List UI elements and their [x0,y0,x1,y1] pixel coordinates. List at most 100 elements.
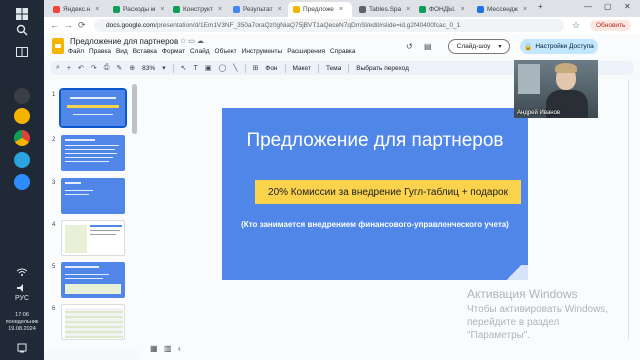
slide-thumbnail[interactable] [61,262,125,298]
browser-tab[interactable]: Расходы м × [108,2,166,17]
line-icon[interactable]: ╲ [233,64,237,72]
chevron-down-icon[interactable]: ▾ [498,43,501,50]
paint-format-icon[interactable]: ✎ [116,64,122,72]
url-bar[interactable]: docs.google.com/presentation/d/1Em1V3NF_… [94,19,564,32]
text-box-icon[interactable]: T [194,65,198,72]
new-slide-icon[interactable]: + [67,65,71,72]
history-icon[interactable]: ↺ [406,42,413,51]
maximize-icon[interactable]: ▢ [604,2,612,11]
filmstrip-scrollbar[interactable] [132,84,137,134]
zoom-level[interactable]: 83% [142,65,155,72]
url-host: docs.google.com [106,22,156,29]
zoom-icon[interactable]: ⊕ [129,64,135,72]
move-folder-icon[interactable]: ▭ [188,38,197,45]
grid-view-icon[interactable]: ▦ [150,344,158,353]
task-view-icon[interactable] [8,42,36,62]
minimize-icon[interactable]: — [584,2,592,11]
menu-slide[interactable]: Слайд [190,48,210,55]
close-window-icon[interactable]: ✕ [624,2,631,11]
background-button[interactable]: Фон [265,65,277,72]
comments-icon[interactable]: ▤ [424,42,432,51]
close-icon[interactable]: × [406,6,410,13]
clock-time: 17:06 [15,312,29,318]
slideshow-button[interactable]: Слайд-шоу ▾ [448,39,510,54]
slide[interactable]: Предложение для партнеров 20% Комиссии з… [222,108,528,280]
new-tab-icon[interactable]: + [538,2,543,11]
close-icon[interactable]: × [339,6,343,13]
slide-thumbnail[interactable] [59,88,127,128]
slides-logo-icon[interactable] [52,38,64,54]
update-button[interactable]: Обновить [590,20,632,31]
telegram-icon[interactable] [8,150,36,170]
taskbar-app-icon[interactable] [8,106,36,126]
redo-icon[interactable]: ↷ [91,64,97,72]
print-icon[interactable]: ⎙ [104,64,110,72]
bookmark-star-icon[interactable]: ☆ [572,20,580,31]
slide-thumbnail[interactable] [61,135,125,171]
menu-view[interactable]: Вид [116,48,128,55]
menu-format[interactable]: Формат [162,48,185,55]
filmstrip-view-icon[interactable]: ▥ [164,344,172,353]
undo-icon[interactable]: ↶ [78,64,84,72]
toolbar-divider [244,63,246,73]
document-title[interactable]: Предложение для партнеров [70,37,178,46]
layout-button[interactable]: Макет [293,65,311,72]
transition-button[interactable]: Выбрать переход [356,65,409,72]
menu-tools[interactable]: Инструменты [242,48,283,55]
slide-highlight-text[interactable]: 20% Комиссии за внедрение Гугл-таблиц + … [255,180,521,204]
menu-arrange[interactable]: Объект [215,48,237,55]
slide-title[interactable]: Предложение для партнеров [222,130,528,152]
browser-tab[interactable]: Результат × [228,2,286,17]
cloud-status-icon[interactable]: ☁ [197,38,206,45]
slide-subtitle[interactable]: (Кто занимается внедрением финансового-у… [222,220,528,229]
menu-insert[interactable]: Вставка [133,48,157,55]
collapse-icon[interactable]: ‹ [178,344,181,353]
select-cursor-icon[interactable]: ↖ [181,64,187,72]
slide-thumbnail[interactable] [61,178,125,214]
insert-image-icon[interactable]: ▣ [205,64,212,72]
slide-thumbnail[interactable] [61,220,125,256]
close-icon[interactable]: × [95,6,99,13]
comment-add-icon[interactable]: ⊞ [253,64,259,72]
chevron-down-icon[interactable]: ▾ [162,64,166,72]
close-icon[interactable]: × [278,6,282,13]
windows-taskbar: РУС 17:06 понедельник 19.08.2024 [0,0,44,360]
clock[interactable]: 17:06 понедельник 19.08.2024 [0,312,44,333]
browser-tab[interactable]: Tables.Spa × [354,2,412,17]
close-icon[interactable]: × [218,6,222,13]
shape-icon[interactable]: ◯ [218,64,226,72]
browser-tab[interactable]: Конструкт × [168,2,226,17]
browser-tab[interactable]: Мессендж × [472,2,532,17]
close-icon[interactable]: × [523,6,527,13]
slide-number: 3 [52,180,56,186]
chrome-icon[interactable] [8,128,36,148]
close-icon[interactable]: × [160,6,164,13]
menu-file[interactable]: Файл [68,48,84,55]
taskbar-app-icon[interactable] [8,86,36,106]
search-menus-icon[interactable]: ⌕ [56,64,60,72]
share-label: Настройки Доступа [535,43,594,50]
menu-edit[interactable]: Правка [89,48,111,55]
browser-tab[interactable]: ФОНДЫ. × [414,2,470,17]
language-indicator[interactable]: РУС [0,295,44,302]
notification-icon[interactable] [8,338,36,358]
back-icon[interactable]: ← [50,20,59,30]
slide-filmstrip: 1 2 3 4 5 6 [44,80,142,350]
tab-favicon [359,6,366,13]
page-fold-decoration [500,265,528,280]
close-icon[interactable]: × [461,6,465,13]
theme-button[interactable]: Тема [326,65,341,72]
reload-icon[interactable]: ⟳ [78,20,86,31]
forward-icon[interactable]: → [64,20,73,30]
menu-help[interactable]: Справка [330,48,356,55]
search-icon[interactable] [8,20,36,40]
watermark-title: Активация Windows [467,287,578,301]
share-button[interactable]: 🔒 Настройки Доступа [520,39,598,54]
slide-number: 1 [52,92,56,98]
zoom-icon[interactable] [8,172,36,192]
slide-thumbnail[interactable] [61,304,125,340]
browser-tab-active[interactable]: Предложе × [288,2,352,17]
slides-header: Предложение для партнеров ☆▭☁ Файл Правк… [44,34,640,60]
menu-extensions[interactable]: Расширения [287,48,325,55]
browser-tab[interactable]: Яндекс.н × [48,2,106,17]
